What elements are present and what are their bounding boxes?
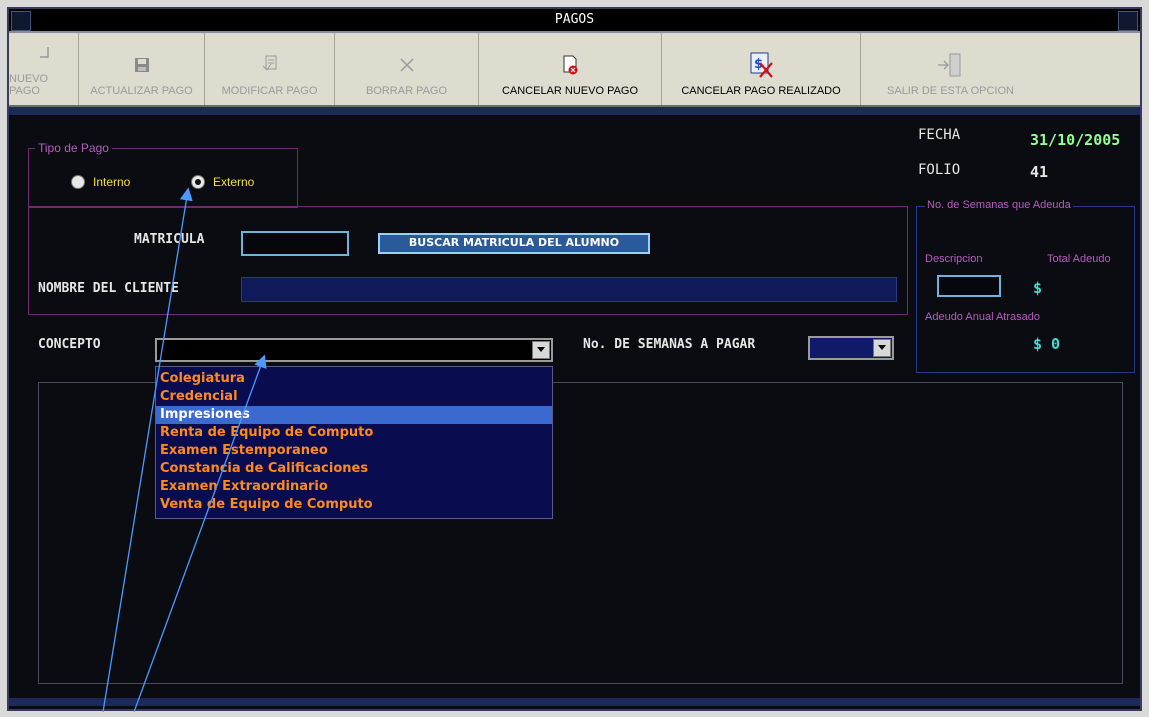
button-label: NUEVO PAGO [9,73,49,97]
adeudo-anual-label: Adeudo Anual Atrasado [923,311,1042,323]
fecha-value: 31/10/2005 [1030,131,1121,149]
list-item[interactable]: Renta de Equipo de Computo [156,424,552,442]
radio-interno-label: Interno [93,175,131,189]
list-item[interactable]: Constancia de Calificaciones [156,460,552,478]
buscar-matricula-button[interactable]: BUSCAR MATRICULA DEL ALUMNO [378,233,650,254]
x-icon [392,51,422,79]
radio-externo[interactable] [191,175,205,189]
chevron-down-icon[interactable] [873,339,891,357]
button-label: BORRAR PAGO [365,85,448,97]
button-label: CANCELAR NUEVO PAGO [501,85,639,97]
adeudo-group: No. de Semanas que Adeuda Descripcion To… [916,199,1135,373]
radio-externo-label: Externo [213,175,255,189]
right-cap [1118,11,1138,31]
left-cap [11,11,31,31]
cancel-doc-icon [555,51,585,79]
semanas-label: No. DE SEMANAS A PAGAR [583,337,756,352]
bottom-band [9,698,1140,706]
matricula-label: MATRICULA [134,232,205,247]
modificar-pago-button[interactable]: MODIFICAR PAGO [205,33,335,105]
chevron-down-icon[interactable] [532,341,550,359]
borrar-pago-button[interactable]: BORRAR PAGO [335,33,479,105]
button-label: MODIFICAR PAGO [221,85,318,97]
window-title: PAGOS [554,12,595,27]
salir-button[interactable]: SALIR DE ESTA OPCION [861,33,1040,105]
tipo-pago-legend: Tipo de Pago [35,141,112,155]
folio-label: FOLIO [918,162,961,178]
total-adeudo-value: $ [1033,279,1043,297]
total-adeudo-label: Total Adeudo [1045,253,1113,265]
toolbar: NUEVO PAGO ACTUALIZAR PAGO MODIFICAR PAG… [9,33,1140,107]
concepto-combo[interactable] [155,338,553,362]
floppy-disk-icon [127,51,157,79]
nuevo-pago-button[interactable]: NUEVO PAGO [9,33,79,105]
adeudo-legend: No. de Semanas que Adeuda [925,199,1073,211]
title-bar: PAGOS [9,9,1140,33]
descripcion-input[interactable] [937,275,1001,297]
concepto-label: CONCEPTO [38,337,101,352]
edit-doc-icon [255,51,285,79]
actualizar-pago-button[interactable]: ACTUALIZAR PAGO [79,33,205,105]
button-label: CANCELAR PAGO REALIZADO [681,85,841,97]
button-label: ACTUALIZAR PAGO [90,85,193,97]
list-item[interactable]: Examen Estemporaneo [156,442,552,460]
button-label: SALIR DE ESTA OPCION [887,85,1014,97]
list-item[interactable]: Examen Extraordinario [156,478,552,496]
list-item[interactable]: Credencial [156,388,552,406]
folio-value: 41 [1030,163,1049,181]
concepto-dropdown-list: Colegiatura Credencial Impresiones Renta… [155,366,553,519]
nombre-label: NOMBRE DEL CLIENTE [38,281,179,296]
top-band [9,107,1140,115]
radio-interno[interactable] [71,175,85,189]
list-item-selected[interactable]: Impresiones [156,406,552,424]
list-item[interactable]: Venta de Equipo de Computo [156,496,552,514]
list-item[interactable]: Colegiatura [156,370,552,388]
descripcion-label: Descripcion [923,253,985,265]
nombre-cliente-field[interactable] [241,277,897,302]
matricula-input[interactable] [241,231,349,256]
fecha-label: FECHA [918,127,961,143]
tipo-pago-group: Tipo de Pago Interno Externo [28,141,298,208]
semanas-combo[interactable] [808,336,894,360]
cancelar-pago-realizado-button[interactable]: $ CANCELAR PAGO REALIZADO [662,33,861,105]
cancel-payment-icon: $ [746,51,776,79]
adeudo-anual-value: $ 0 [1033,335,1061,353]
cancelar-nuevo-pago-button[interactable]: CANCELAR NUEVO PAGO [479,33,662,105]
exit-door-icon [936,51,966,79]
new-doc-icon [29,39,59,67]
